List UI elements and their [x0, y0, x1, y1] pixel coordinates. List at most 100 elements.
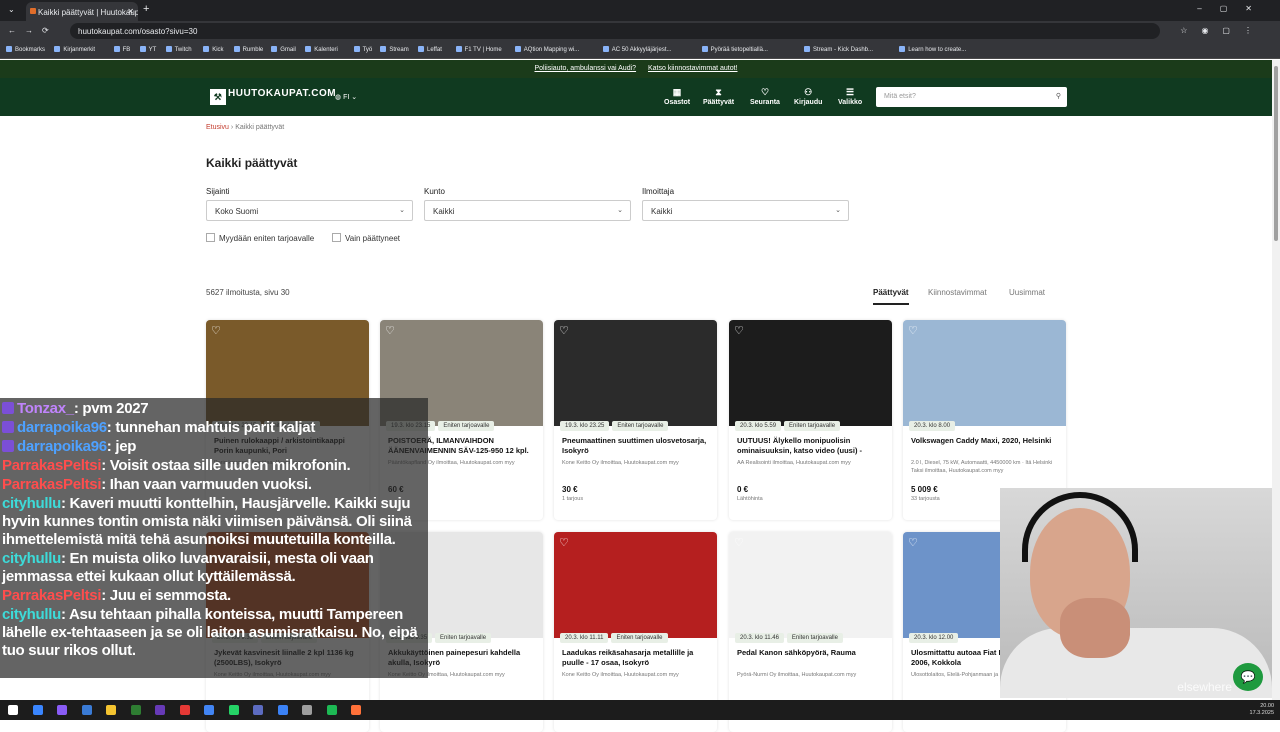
heart-icon[interactable]: ♡	[211, 324, 221, 337]
bookmark-item[interactable]: Kirjanmerkit	[54, 46, 95, 53]
taskbar-app-icon[interactable]	[8, 705, 18, 715]
page-scrollbar[interactable]	[1272, 60, 1280, 700]
listing-title[interactable]: Pedal Kanon sähköpyörä, Rauma	[737, 648, 884, 668]
listing-image[interactable]: ♡ 20.3. klo 11.11 Eniten tarjoavalle	[554, 532, 717, 643]
bookmark-item[interactable]: Leffat	[418, 46, 442, 53]
tab-search-icon[interactable]: ⌄	[8, 5, 15, 14]
listing-image[interactable]: ♡ 20.3. klo 5.59 Eniten tarjoavalle	[729, 320, 892, 431]
highest-bidder-checkbox[interactable]: Myydään eniten tarjoavalle	[206, 233, 314, 243]
promo-link-2[interactable]: Katso kiinnostavimmat autot!	[648, 65, 738, 72]
url-field[interactable]: huutokaupat.com/osasto?sivu=30	[70, 23, 1160, 39]
bookmark-item[interactable]: AQtion Mapping wi...	[515, 46, 579, 53]
bookmark-item[interactable]: Stream	[380, 46, 408, 53]
chat-message: darrapoika96: tunnehan mahtuis parit kal…	[2, 419, 426, 437]
taskbar-app-icon[interactable]	[326, 705, 337, 715]
bookmark-item[interactable]: Learn how to create...	[899, 46, 966, 53]
taskbar-app-icon[interactable]	[228, 705, 239, 715]
chat-username: cityhullu	[2, 550, 61, 567]
bookmark-item[interactable]: Gmail	[271, 46, 296, 53]
ended-only-checkbox[interactable]: Vain päättyneet	[332, 233, 400, 243]
listing-title[interactable]: Volkswagen Caddy Maxi, 2020, Helsinki	[911, 436, 1058, 456]
chat-text: : Asu tehtaan pihalla konteissa, muutti …	[2, 606, 418, 659]
taskbar-app-icon[interactable]	[57, 705, 67, 715]
listing-card[interactable]: ♡ 20.3. klo 5.59 Eniten tarjoavalle UUTUUS!…	[729, 320, 892, 520]
nav-item-osastot[interactable]: ▦ Osastot	[664, 87, 690, 106]
bookmark-item[interactable]: F1 TV | Home	[456, 46, 502, 53]
nav-item-kirjaudu[interactable]: ⚇ Kirjaudu	[794, 87, 822, 106]
heart-icon[interactable]: ♡	[908, 324, 918, 337]
heart-icon[interactable]: ♡	[385, 324, 395, 337]
window-controls[interactable]: –▢✕	[1197, 4, 1270, 13]
taskbar-app-icon[interactable]	[155, 705, 165, 715]
chat-support-button[interactable]: 💬	[1233, 663, 1263, 691]
bookmark-item[interactable]: AC 50 Akkyyläjärjest...	[603, 46, 672, 53]
heart-icon[interactable]: ♡	[559, 324, 569, 337]
bookmark-item[interactable]: Pyörää tietopeltiallä...	[702, 46, 768, 53]
new-tab-icon[interactable]: +	[143, 3, 149, 15]
stream-chat-overlay: Tonzax_: pvm 2027 darrapoika96: tunnehan …	[0, 398, 428, 678]
windows-taskbar: 20.00 17.3.2025	[0, 700, 1280, 720]
bookmark-item[interactable]: Kick	[203, 46, 223, 53]
nav-item-seuranta[interactable]: ♡ Seuranta	[750, 87, 780, 106]
chevron-down-icon: ⌄	[399, 207, 405, 214]
listing-image[interactable]: ♡ 19.3. klo 23.25 Eniten tarjoavalle	[554, 320, 717, 431]
listing-title[interactable]: UUTUUS! Älykello monipuolisin ominaisuuk…	[737, 436, 884, 456]
system-clock[interactable]: 20.00 17.3.2025	[1250, 703, 1274, 717]
taskbar-app-icon[interactable]	[253, 705, 263, 715]
bookmark-item[interactable]: YT	[140, 46, 157, 53]
browser-toolbar-icons[interactable]: ☆◉▢⋮	[1180, 26, 1266, 35]
listing-image[interactable]: ♡ 20.3. klo 8.00	[903, 320, 1066, 431]
end-time-badge: 20.3. klo 11.46	[735, 633, 784, 643]
bookmark-item[interactable]: Twitch	[166, 46, 192, 53]
bookmark-item[interactable]: Kalenteri	[305, 46, 338, 53]
bookmark-item[interactable]: Stream - Kick Dashb...	[804, 46, 873, 53]
listing-title[interactable]: Laadukas reikäsahasarja metallille ja pu…	[562, 648, 709, 668]
listing-image[interactable]: ♡ 20.3. klo 11.46 Eniten tarjoavalle	[729, 532, 892, 643]
taskbar-app-icon[interactable]	[106, 705, 116, 715]
taskbar-app-icon[interactable]	[277, 705, 288, 715]
browser-tab[interactable]: Kaikki päättyvät | Huutokaupat ✕	[26, 2, 138, 21]
bookmark-item[interactable]: Bookmarks	[6, 46, 45, 53]
sort-tab-interesting[interactable]: Kiinnostavimmat	[928, 288, 987, 297]
bookmark-item[interactable]: Rumble	[234, 46, 264, 53]
chat-username: ParrakasPeltsi	[2, 457, 102, 474]
nav-item-päättyvät[interactable]: ⧗ Päättyvät	[703, 87, 734, 106]
listing-seller: AA Realisointi ilmoittaa, Huutokaupat.co…	[737, 460, 851, 466]
taskbar-app-icon[interactable]	[302, 705, 312, 715]
taskbar-app-icon[interactable]	[32, 705, 43, 715]
taskbar-app-icon[interactable]	[204, 705, 214, 715]
heart-icon[interactable]: ♡	[908, 536, 918, 549]
promo-link-1[interactable]: Poliisiauto, ambulanssi vai Audi?	[534, 65, 636, 72]
breadcrumb-current: Kaikki päättyvät	[235, 124, 285, 131]
language-selector[interactable]: ◍ FI ⌄	[335, 93, 357, 101]
heart-icon[interactable]: ♡	[734, 324, 744, 337]
taskbar-app-icon[interactable]	[130, 705, 141, 715]
breadcrumb-home[interactable]: Etusivu	[206, 124, 229, 131]
badge-icon	[2, 440, 14, 452]
sort-tab-newest[interactable]: Uusimmat	[1009, 288, 1045, 297]
nav-buttons[interactable]: ←→⟳	[8, 26, 58, 35]
close-tab-icon[interactable]: ✕	[127, 7, 134, 16]
taskbar-app-icon[interactable]	[179, 705, 190, 715]
location-select[interactable]: Koko Suomi ⌄	[206, 200, 413, 221]
nav-item-valikko[interactable]: ☰ Valikko	[838, 87, 862, 106]
taskbar-app-icon[interactable]	[351, 705, 361, 715]
search-input[interactable]: Mitä etsit? ⚲	[876, 87, 1067, 107]
sort-tab-ending[interactable]: Päättyvät	[873, 288, 909, 305]
listing-title[interactable]: Pneumaattinen suuttimen ulosvetosarja, I…	[562, 436, 709, 456]
headset-icon	[1022, 492, 1138, 562]
site-logo[interactable]: ⚒ HUUTOKAUPAT.COM	[210, 88, 336, 105]
listing-seller: Kone Keitto Oy ilmoittaa, Huutokaupat.co…	[562, 672, 679, 678]
heart-icon[interactable]: ♡	[559, 536, 569, 549]
end-time-badge: 20.3. klo 12.00	[909, 633, 959, 643]
seller-select[interactable]: Kaikki ⌄	[642, 200, 849, 221]
bookmark-item[interactable]: Työ	[354, 46, 373, 53]
bookmark-item[interactable]: FB	[114, 46, 131, 53]
chat-text: : jep	[106, 438, 137, 455]
chat-message: cityhullu: Kaveri muutti konttelhin, Hau…	[2, 495, 426, 549]
municipality-select[interactable]: Kaikki ⌄	[424, 200, 631, 221]
taskbar-app-icon[interactable]	[81, 705, 92, 715]
listing-card[interactable]: ♡ 19.3. klo 23.25 Eniten tarjoavalle Pneuma…	[554, 320, 717, 520]
search-icon[interactable]: ⚲	[1056, 92, 1061, 100]
heart-icon[interactable]: ♡	[734, 536, 744, 549]
